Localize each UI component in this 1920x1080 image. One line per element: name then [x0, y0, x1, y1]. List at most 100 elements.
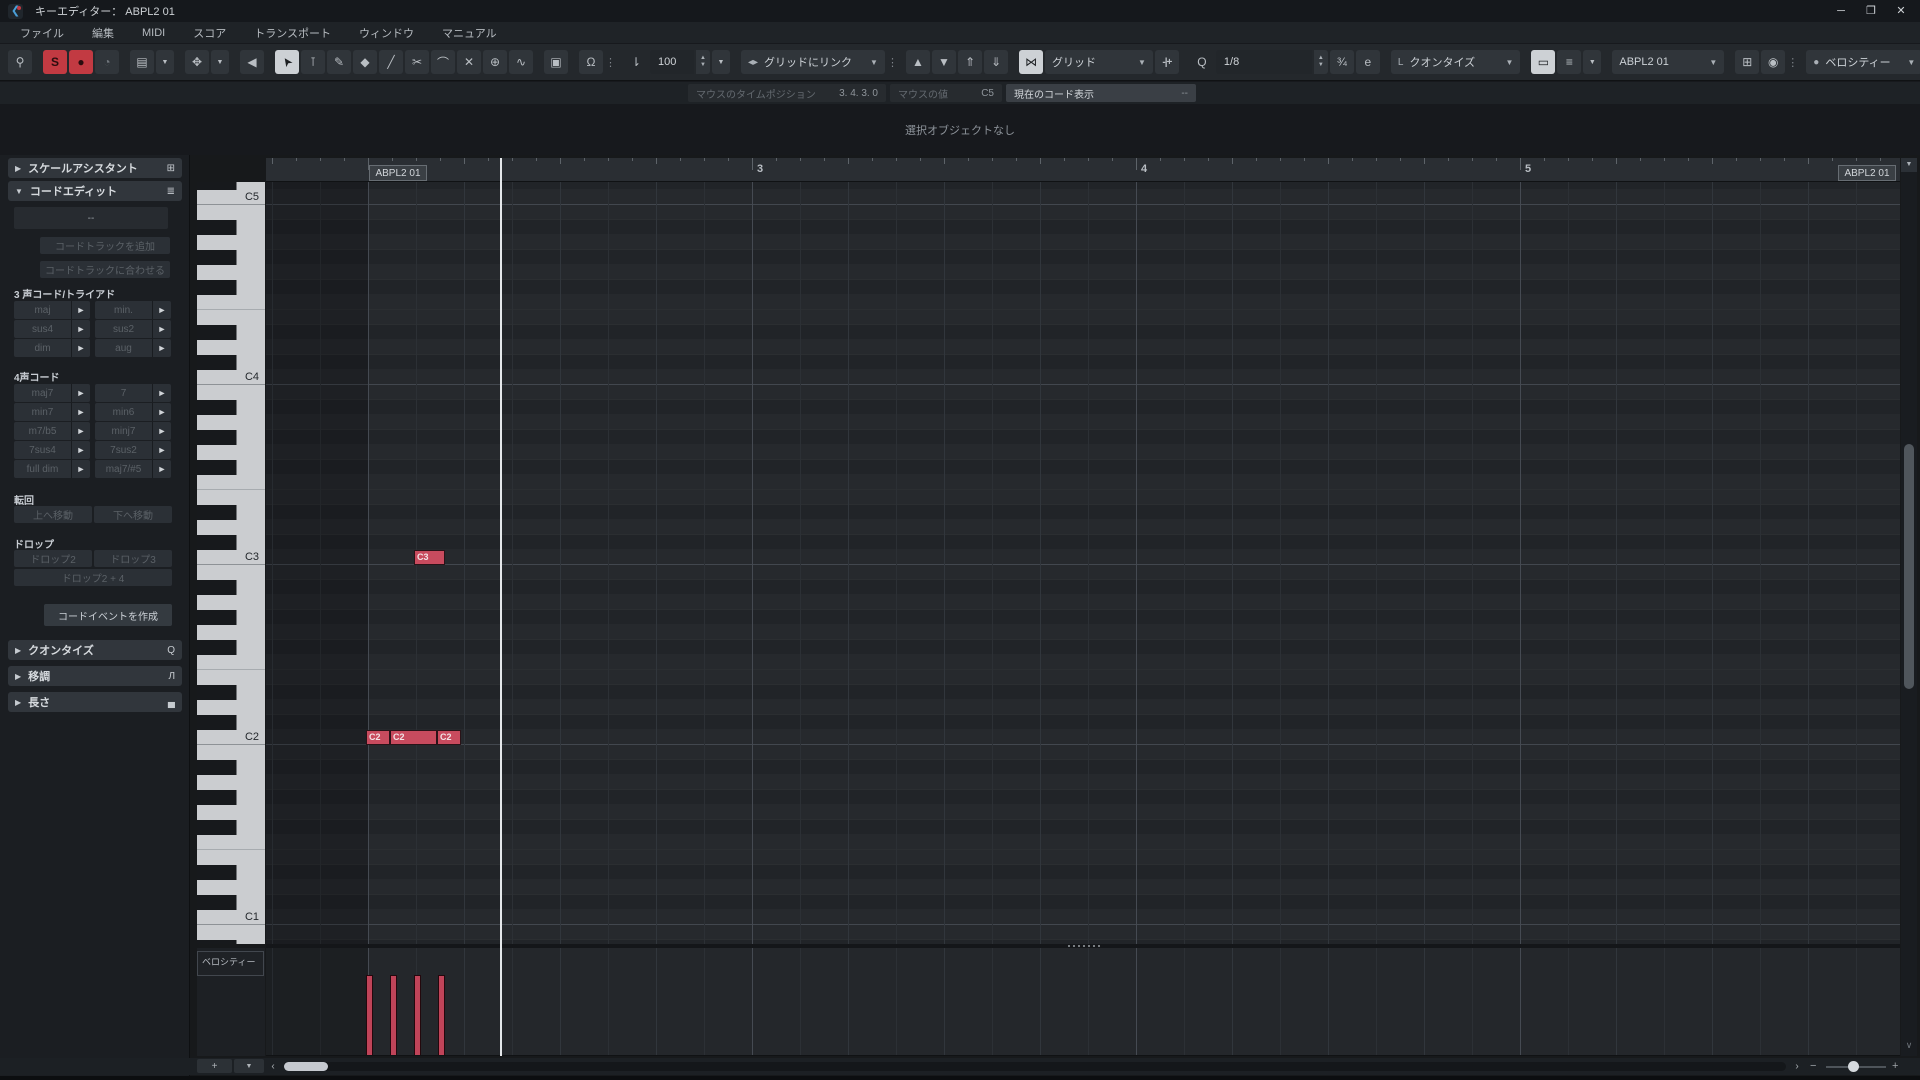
midi-input-icon[interactable]: ◉: [1761, 50, 1785, 74]
chord-apply-arrow-icon[interactable]: ►: [71, 403, 90, 421]
transpose-down-icon[interactable]: ⇓: [984, 50, 1008, 74]
kebab-icon[interactable]: ⋮: [1787, 56, 1795, 69]
drop2-4-button[interactable]: ドロップ2 + 4: [14, 569, 172, 586]
piano-key[interactable]: [197, 265, 265, 280]
trim-tool-icon[interactable]: ⊺: [301, 50, 325, 74]
piano-key[interactable]: [197, 520, 265, 535]
chord-button-sus4[interactable]: sus4►: [14, 320, 90, 338]
maximize-icon[interactable]: ❐: [1856, 0, 1886, 22]
scroll-down-icon[interactable]: ∨: [1901, 1040, 1917, 1051]
velocity-bar[interactable]: [414, 975, 421, 1056]
edit-active-part-icon[interactable]: ▭: [1531, 50, 1555, 74]
piano-key[interactable]: [197, 625, 265, 640]
piano-key[interactable]: [197, 595, 265, 610]
part-edit-dropdown-icon[interactable]: ▼: [1583, 50, 1601, 74]
controller-lane-dropdown-icon[interactable]: ▼: [234, 1059, 264, 1073]
record-icon[interactable]: ●: [69, 50, 93, 74]
vertical-scrollbar[interactable]: ▼ ∨: [1901, 158, 1917, 1056]
swing-icon[interactable]: e: [1356, 50, 1380, 74]
nudge-left-icon[interactable]: ▲: [906, 50, 930, 74]
piano-key[interactable]: [197, 250, 265, 265]
zoom-slider-thumb[interactable]: [1848, 1061, 1859, 1072]
piano-key[interactable]: [197, 820, 265, 835]
piano-keyboard[interactable]: C5C4C3C2C1: [197, 182, 265, 944]
piano-key[interactable]: [197, 745, 265, 760]
create-chord-event-button[interactable]: コードイベントを作成: [44, 604, 172, 626]
insert-velocity-value[interactable]: 100: [650, 50, 694, 74]
midi-note[interactable]: C3: [414, 550, 445, 565]
part-end-handle[interactable]: ABPL2 01: [1838, 165, 1896, 181]
velocity-bar[interactable]: [366, 975, 373, 1056]
piano-key[interactable]: [197, 850, 265, 865]
current-chord-display-box[interactable]: 現在のコード表示 --: [1006, 84, 1196, 102]
midi-note[interactable]: C2: [437, 730, 461, 745]
grid-type-dropdown[interactable]: グリッド▼: [1045, 50, 1153, 74]
insert-velocity-spinner-up[interactable]: ▲: [696, 55, 710, 62]
glue-tool-icon[interactable]: ⌒: [431, 50, 455, 74]
add-chord-track-button[interactable]: コードトラックを追加: [40, 237, 170, 254]
piano-key[interactable]: [197, 430, 265, 445]
kebab-icon[interactable]: ⋮: [887, 56, 895, 69]
piano-key[interactable]: [197, 655, 265, 670]
menu-ウィンドウ[interactable]: ウィンドウ: [345, 22, 428, 44]
mute-tool-icon[interactable]: ✕: [457, 50, 481, 74]
chord-display[interactable]: --: [14, 207, 168, 229]
minimize-icon[interactable]: ─: [1826, 0, 1856, 22]
piano-key[interactable]: [197, 460, 265, 475]
timeline-ruler[interactable]: 345ABPL2 01ABPL2 01: [266, 158, 1900, 182]
chord-apply-arrow-icon[interactable]: ►: [71, 301, 90, 319]
velocity-bar[interactable]: [390, 975, 397, 1056]
line-tool-icon[interactable]: ╱: [379, 50, 403, 74]
piano-key[interactable]: [197, 700, 265, 715]
piano-key[interactable]: [197, 925, 265, 940]
drop3-button[interactable]: ドロップ3: [94, 550, 172, 567]
relative-grid-icon[interactable]: -|+: [1155, 50, 1179, 74]
chord-button-sus2[interactable]: sus2►: [95, 320, 171, 338]
piano-key[interactable]: [197, 790, 265, 805]
piano-key[interactable]: [197, 640, 265, 655]
piano-key[interactable]: [197, 415, 265, 430]
chord-button-maj7/#5[interactable]: maj7/#5►: [95, 460, 171, 478]
step-input-icon[interactable]: ⊞: [1735, 50, 1759, 74]
chord-button-min.[interactable]: min.►: [95, 301, 171, 319]
midi-note[interactable]: C2: [390, 730, 437, 745]
chord-apply-arrow-icon[interactable]: ►: [71, 441, 90, 459]
zoom-tool-icon[interactable]: ⊕: [483, 50, 507, 74]
chord-button-dim[interactable]: dim►: [14, 339, 90, 357]
chord-apply-arrow-icon[interactable]: ►: [152, 460, 171, 478]
chord-apply-arrow-icon[interactable]: ►: [71, 339, 90, 357]
piano-key[interactable]: [197, 295, 265, 310]
piano-key[interactable]: [197, 760, 265, 775]
chord-apply-arrow-icon[interactable]: ►: [152, 384, 171, 402]
chord-button-7sus2[interactable]: 7sus2►: [95, 441, 171, 459]
piano-key[interactable]: [197, 880, 265, 895]
chord-apply-arrow-icon[interactable]: ►: [71, 384, 90, 402]
inspector-section-transpose[interactable]: ▶移調Л: [8, 666, 182, 686]
part-select-dropdown[interactable]: ABPL2 01▼: [1612, 50, 1724, 74]
horizontal-scrollbar[interactable]: [284, 1062, 1786, 1071]
chord-button-full dim[interactable]: full dim►: [14, 460, 90, 478]
inspector-section-length[interactable]: ▶長さ▄: [8, 692, 182, 712]
chord-apply-arrow-icon[interactable]: ►: [71, 422, 90, 440]
piano-key[interactable]: [197, 535, 265, 550]
event-colors-dropdown[interactable]: ●ベロシティー▼: [1806, 50, 1920, 74]
quantize-spinner[interactable]: ▲▼: [1314, 50, 1328, 74]
menu-ファイル[interactable]: ファイル: [6, 22, 78, 44]
triplet-icon[interactable]: ¾: [1330, 50, 1354, 74]
scroll-up-icon[interactable]: ▼: [1901, 158, 1917, 172]
insert-mode-dropdown-icon[interactable]: ▼: [211, 50, 229, 74]
chord-button-min6[interactable]: min6►: [95, 403, 171, 421]
piano-key[interactable]: [197, 670, 265, 685]
velocity-lane[interactable]: [266, 948, 1900, 1056]
zoom-in-icon[interactable]: +: [1892, 1058, 1898, 1074]
piano-key[interactable]: [197, 490, 265, 505]
piano-key[interactable]: [197, 715, 265, 730]
midi-note[interactable]: C2: [366, 730, 390, 745]
piano-key[interactable]: [197, 205, 265, 220]
quantize-spinner-up[interactable]: ▲: [1314, 55, 1328, 62]
chord-button-m7/b5[interactable]: m7/b5►: [14, 422, 90, 440]
quantize-q-icon[interactable]: Q: [1190, 50, 1214, 74]
scroll-right-icon[interactable]: ›: [1790, 1059, 1804, 1073]
drop2-button[interactable]: ドロップ2: [14, 550, 92, 567]
acoustic-feedback-icon[interactable]: ◔: [95, 50, 119, 74]
